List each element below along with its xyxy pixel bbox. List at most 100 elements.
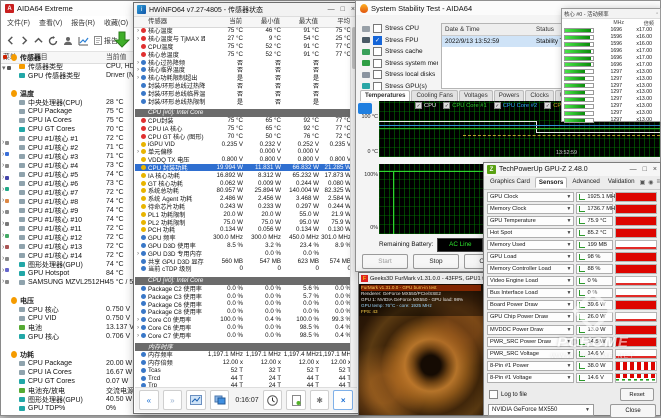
table-row[interactable]: Tcas 52 T 32 T 52 T 52 T [135, 366, 351, 374]
col-average[interactable]: 平均 [318, 17, 350, 27]
checkbox[interactable]: ✓ [373, 36, 382, 45]
sound-icon[interactable]: ◉ [648, 179, 653, 186]
stress-option[interactable]: Stress system memory [362, 58, 438, 70]
nav-tree-node[interactable]: › [2, 230, 11, 242]
menu-item[interactable]: 文件(F) [7, 18, 30, 28]
sensor-select[interactable]: 8-Pin #1 Power ▼ [487, 361, 574, 371]
checkbox[interactable] [373, 59, 382, 68]
table-row[interactable]: CPU GT 核心 (图形) 70 °C 50 °C 76 °C 72 °C [135, 132, 351, 140]
stress-option[interactable]: Stress CPU [362, 23, 438, 35]
checkbox[interactable] [489, 390, 498, 399]
forward-icon[interactable] [20, 36, 29, 45]
stress-option[interactable]: Stress cache [362, 46, 438, 58]
legend-checkbox[interactable]: ✓ [544, 102, 551, 109]
col-maximum[interactable]: 最大值 [280, 17, 318, 27]
start-button[interactable]: Start [362, 254, 408, 269]
maximize-button[interactable]: □ [341, 6, 345, 13]
tab[interactable]: Voltages [459, 90, 493, 101]
forward-icon[interactable]: » [163, 390, 183, 410]
col-datetime[interactable]: Date & Time [442, 24, 533, 35]
table-row[interactable]: 当前 cTDP 级别 0 0 0 0 [135, 265, 351, 273]
legend-item[interactable]: ✓ CPU [415, 102, 436, 109]
sensor-select[interactable]: Video Engine Load ▼ [487, 276, 574, 286]
col-minimum[interactable]: 最小值 [242, 17, 280, 27]
reset-button[interactable]: Reset [620, 388, 654, 401]
sensor-select[interactable]: MVDDC Power Draw ▼ [487, 325, 574, 335]
up-icon[interactable] [34, 36, 43, 45]
sensor-select[interactable]: Hot Spot ▼ [487, 228, 574, 238]
menu-item[interactable]: 报告(R) [71, 18, 95, 28]
nav-tree-node[interactable]: › [2, 160, 11, 172]
menu-icon[interactable]: ≡ [656, 179, 660, 186]
nav-tree-node[interactable]: › [2, 137, 11, 149]
table-row[interactable]: › Core C7 使用率 0.0 % 0.0 % 98.5 % 0.4 % [135, 331, 351, 339]
back-icon[interactable] [6, 36, 15, 45]
sensor-select[interactable]: PWR_SRC Voltage ▼ [487, 349, 574, 359]
nav-tree-node[interactable]: › [2, 172, 11, 184]
nav-tree-node[interactable]: › [2, 218, 11, 230]
refresh-icon[interactable] [48, 36, 58, 46]
checkbox[interactable] [373, 47, 382, 56]
nav-tree-node[interactable]: › [2, 149, 11, 161]
legend-checkbox[interactable]: ✓ [415, 102, 422, 109]
nav-tree-node[interactable]: › [2, 276, 11, 288]
nav-tree-node[interactable]: › [2, 253, 11, 265]
menu-item[interactable]: 收藏(O) [104, 18, 128, 28]
sensor-select[interactable]: GPU Load ▼ [487, 252, 574, 262]
gpu-selector[interactable]: NVIDIA GeForce MX550 ▼ [488, 404, 594, 416]
tab[interactable]: Advanced [569, 177, 603, 188]
sensor-select[interactable]: 8-Pin #1 Voltage ▼ [487, 373, 574, 383]
sensor-select[interactable]: GPU Temperature ▼ [487, 216, 574, 226]
checkbox[interactable] [373, 70, 382, 79]
sensor-select[interactable]: Memory Controller Load ▼ [487, 264, 574, 274]
tab[interactable]: Graphics Card [487, 177, 533, 188]
rewind-icon[interactable]: « [139, 390, 159, 410]
legend-item[interactable]: ✓ CPU Core #2 [494, 102, 537, 109]
chart-icon[interactable] [78, 36, 89, 46]
nav-tree-node[interactable] [2, 51, 11, 63]
tab[interactable]: Validation [605, 177, 638, 188]
stress-option[interactable]: ✓ Stress FPU [362, 35, 438, 47]
legend-item[interactable]: ✓ CPU Core #1 [443, 102, 486, 109]
minimize-button[interactable]: — [328, 6, 335, 13]
stress-option[interactable]: Stress local disks [362, 69, 438, 81]
sensor-select[interactable]: GPU Chip Power Draw ▼ [487, 312, 574, 322]
nav-tree-node[interactable]: › [2, 183, 11, 195]
close-button[interactable]: × [653, 166, 657, 173]
maximize-button[interactable]: □ [643, 166, 647, 173]
menu-item[interactable]: 查看(V) [39, 18, 62, 28]
nav-tree-node[interactable]: › [2, 195, 11, 207]
minimize-button[interactable]: — [630, 166, 637, 173]
nav-tree-node[interactable]: › [2, 241, 11, 253]
sensor-select[interactable]: Bus Interface Load ▼ [487, 288, 574, 298]
close-icon[interactable]: ▫ [656, 11, 658, 17]
close-sensors-icon[interactable]: × [333, 390, 353, 410]
sensor-select[interactable]: GPU Clock ▼ [487, 192, 574, 202]
sensor-select[interactable]: Memory Used ▼ [487, 240, 574, 250]
table-row[interactable]: 封装/环形总线热限制超出 是 否 是 [135, 97, 351, 105]
camera-icon[interactable]: ▣ [640, 179, 646, 186]
blue-slider[interactable] [358, 103, 372, 114]
log-to-file[interactable]: Log to file [489, 390, 527, 399]
table-row[interactable]: 内存倍频 12.00 x 12.00 x 12.00 x 12.00 x [135, 359, 351, 367]
nav-tree-node[interactable]: › [2, 265, 11, 277]
report-page-icon[interactable] [286, 390, 306, 410]
col-current[interactable]: 当前 [204, 17, 242, 27]
download-arrow-icon[interactable] [113, 31, 131, 48]
nav-tree-node[interactable]: ▾ [2, 63, 11, 75]
sensor-select[interactable]: Board Power Draw ▼ [487, 300, 574, 310]
checkbox[interactable] [373, 24, 382, 33]
tab[interactable]: Clocks [525, 90, 554, 101]
sensor-select[interactable]: Memory Clock ▼ [487, 204, 574, 214]
legend-checkbox[interactable]: ✓ [494, 102, 501, 109]
tab[interactable]: Cooling Fans [411, 90, 457, 101]
settings-gear-icon[interactable]: ✱ [310, 390, 330, 410]
tab[interactable]: Temperatures [360, 90, 410, 101]
legend-checkbox[interactable]: ✓ [443, 102, 450, 109]
tab[interactable]: Powers [494, 90, 525, 101]
layers-icon[interactable] [210, 390, 230, 410]
table-row[interactable]: Trcd 44 T 24 T 44 T 44 T [135, 374, 351, 382]
stop-button[interactable]: Stop [413, 254, 459, 269]
sensor-select[interactable]: PWR_SRC Power Draw ▼ [487, 337, 574, 347]
tab[interactable]: Sensors [535, 177, 567, 188]
